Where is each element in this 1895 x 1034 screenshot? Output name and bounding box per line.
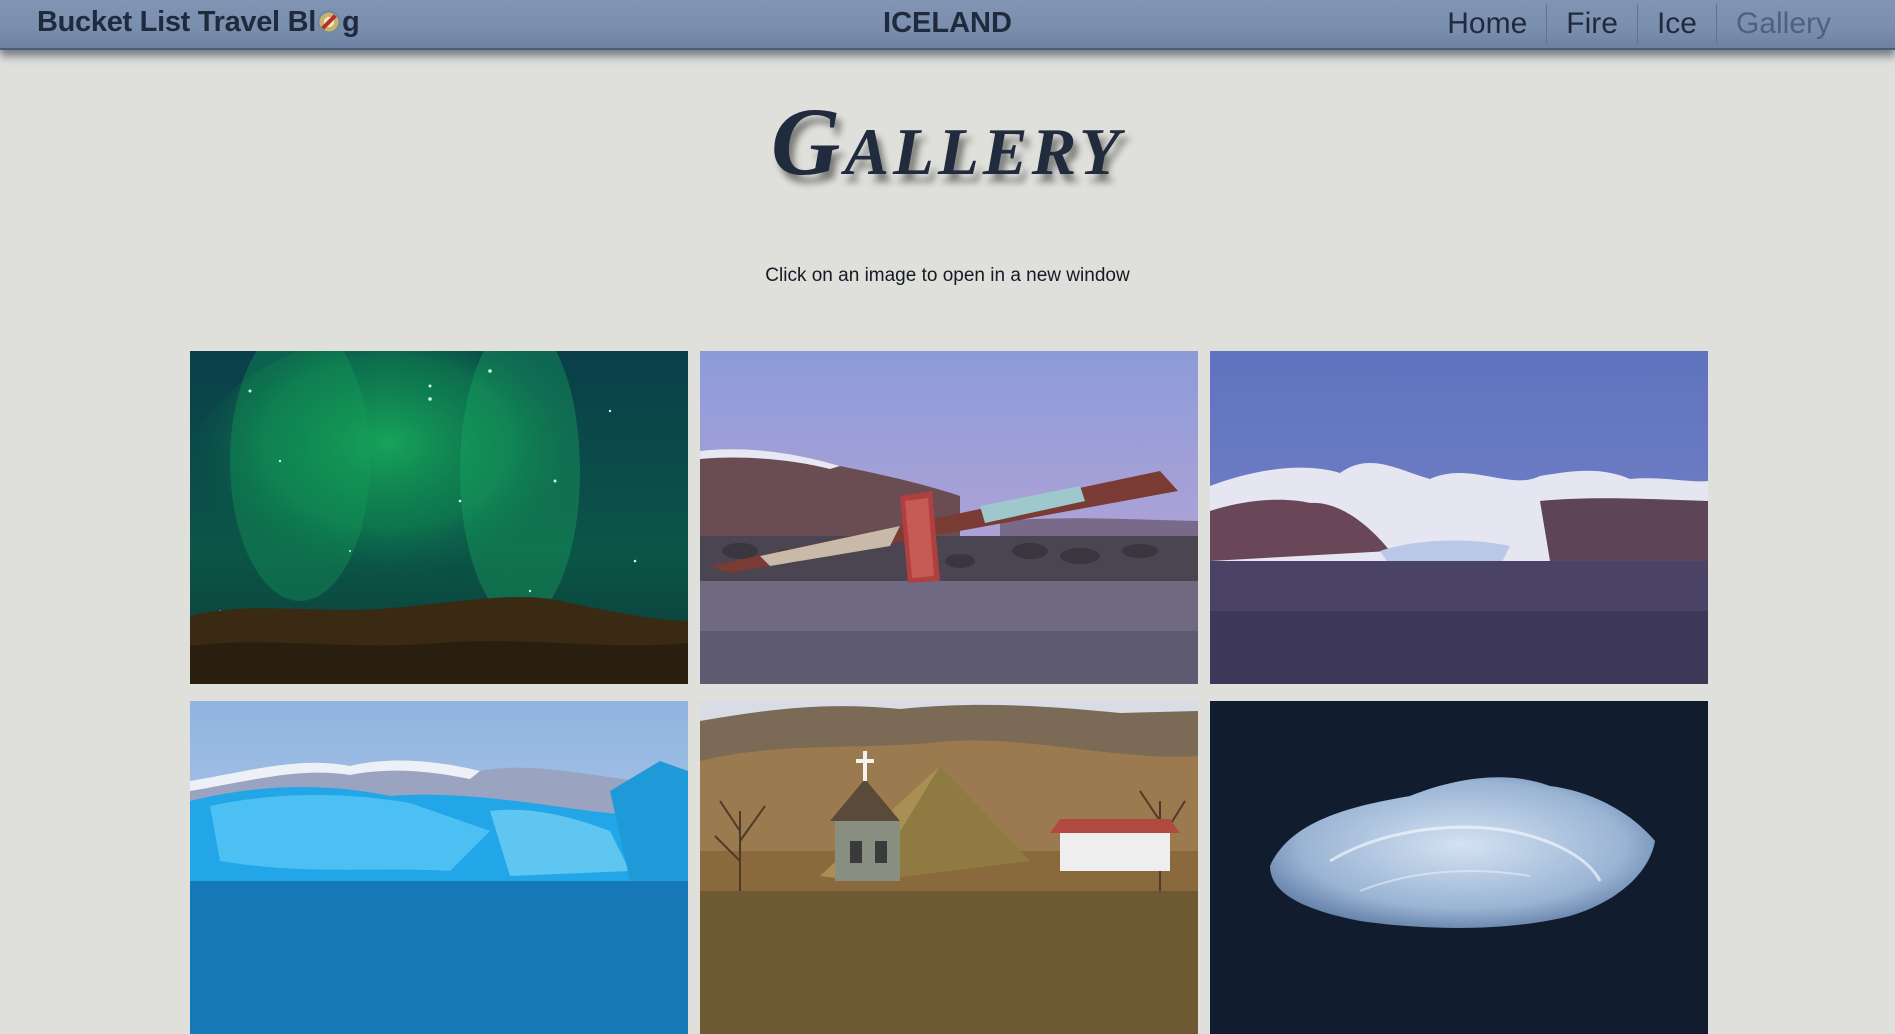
snowy-mountains-image <box>1210 351 1708 684</box>
ice-chunk-image <box>1210 701 1708 1034</box>
nav-link-ice[interactable]: Ice <box>1636 4 1716 44</box>
site-title-text: ICELAND <box>883 7 1012 39</box>
brand-logo[interactable]: Bucket List Travel Bl g <box>37 6 360 39</box>
gallery-instruction: Click on an image to open in a new windo… <box>765 265 1130 286</box>
northern-lights-image <box>190 351 688 684</box>
nav-link-home[interactable]: Home <box>1428 4 1546 44</box>
gallery-image-snowy-mountains[interactable] <box>1210 351 1708 684</box>
main-nav: Home Fire Ice Gallery <box>1428 4 1850 44</box>
page-heading-text: Gallery <box>771 88 1124 195</box>
nav-link-fire[interactable]: Fire <box>1546 4 1637 44</box>
glacier-lagoon-image <box>190 701 688 1034</box>
brand-text-start: Bucket List Travel Bl <box>37 6 316 38</box>
gallery-image-ice-chunk[interactable] <box>1210 701 1708 1034</box>
brand-text-end: g <box>341 6 360 38</box>
gallery-image-glacier-lagoon[interactable] <box>190 701 688 1034</box>
gallery-image-bridge-monument[interactable] <box>700 351 1198 684</box>
gallery-image-turf-church[interactable] <box>700 701 1198 1034</box>
page-heading: Gallery <box>0 92 1895 192</box>
bridge-monument-image <box>700 351 1198 684</box>
nav-link-gallery[interactable]: Gallery <box>1715 4 1850 44</box>
compass-icon <box>316 10 341 34</box>
top-navigation-bar: Bucket List Travel Bl g ICELAND Home Fire… <box>0 0 1895 50</box>
gallery-image-northern-lights[interactable] <box>190 351 688 684</box>
turf-church-image <box>700 701 1198 1034</box>
